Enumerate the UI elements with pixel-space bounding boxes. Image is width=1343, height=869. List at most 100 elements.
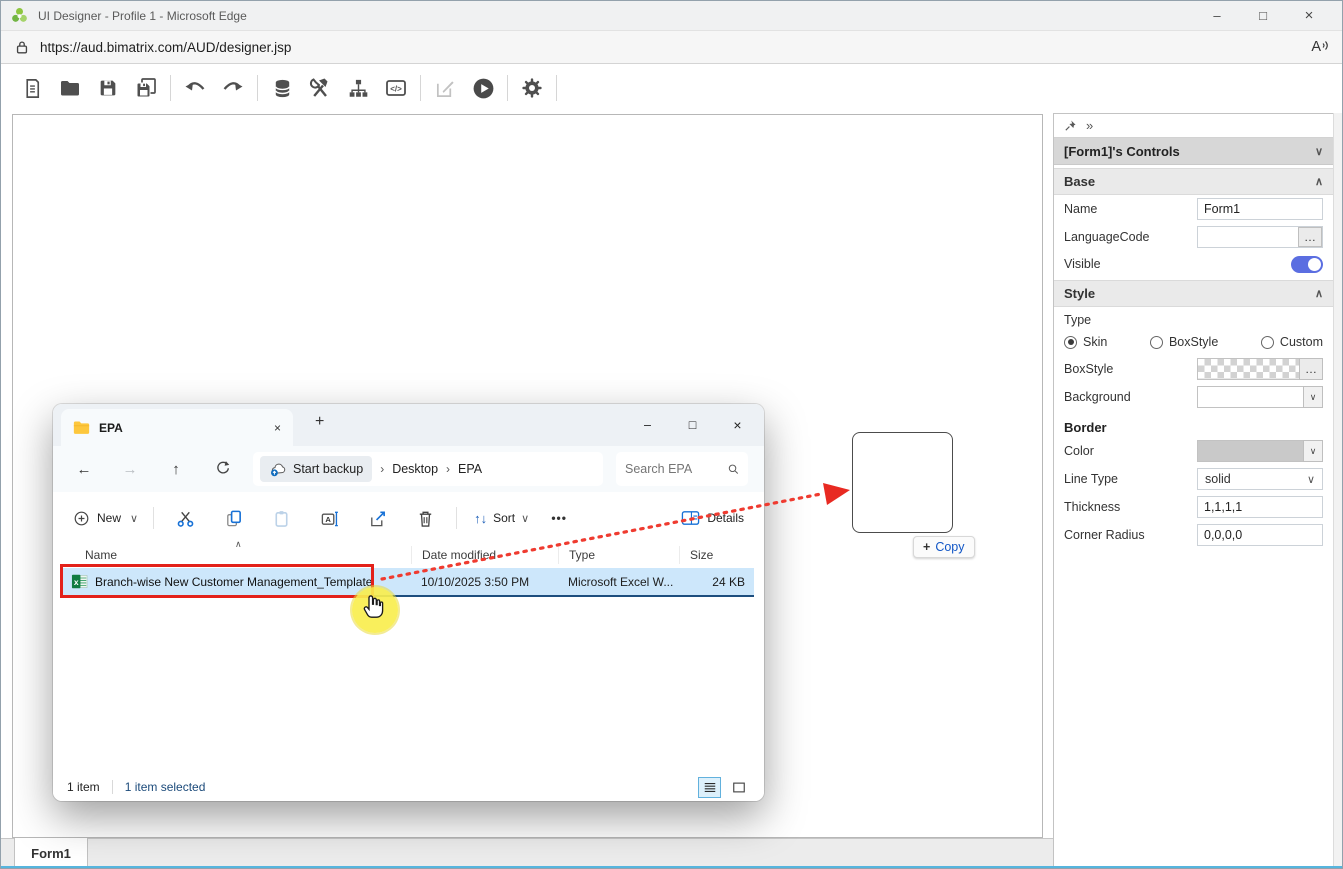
column-type[interactable]: Type bbox=[558, 546, 679, 564]
collapse-panel-icon[interactable]: » bbox=[1086, 118, 1093, 133]
background-swatch[interactable] bbox=[1197, 386, 1304, 408]
code-icon[interactable]: </> bbox=[377, 69, 415, 107]
drop-target-control[interactable] bbox=[852, 432, 953, 533]
explorer-tab-epa[interactable]: EPA × bbox=[61, 409, 293, 446]
sort-button[interactable]: ↑↓ Sort ∨ bbox=[464, 511, 539, 526]
delete-icon[interactable] bbox=[401, 509, 449, 528]
window-title: UI Designer - Profile 1 - Microsoft Edge bbox=[38, 9, 247, 23]
edge-window: UI Designer - Profile 1 - Microsoft Edge… bbox=[0, 0, 1343, 869]
copy-icon[interactable] bbox=[209, 509, 257, 528]
new-file-icon[interactable] bbox=[13, 69, 51, 107]
chevron-down-icon: ∨ bbox=[130, 512, 138, 525]
new-tab-icon[interactable]: + bbox=[315, 413, 324, 431]
tab-close-icon[interactable]: × bbox=[274, 421, 281, 435]
breadcrumb-desktop[interactable]: Desktop bbox=[392, 462, 438, 476]
panel-title: [Form1]'s Controls bbox=[1064, 144, 1180, 159]
name-field[interactable] bbox=[1197, 198, 1323, 220]
sitemap-icon[interactable] bbox=[339, 69, 377, 107]
explorer-tab-title: EPA bbox=[99, 421, 123, 435]
border-color-dropdown-icon[interactable]: ∨ bbox=[1303, 440, 1323, 462]
minimize-icon[interactable]: – bbox=[625, 405, 670, 445]
prop-row-type: Type bbox=[1054, 307, 1333, 329]
hand-cursor-icon bbox=[361, 593, 388, 625]
column-name[interactable]: ∧ Name bbox=[63, 548, 411, 562]
item-count: 1 item bbox=[67, 780, 100, 794]
redo-icon[interactable] bbox=[214, 69, 252, 107]
border-group-label: Border bbox=[1054, 411, 1333, 437]
file-date: 10/10/2025 3:50 PM bbox=[411, 575, 558, 589]
window-controls: – □ × bbox=[1194, 1, 1332, 30]
maximize-icon[interactable]: □ bbox=[670, 405, 715, 445]
radio-boxstyle[interactable]: BoxStyle bbox=[1150, 335, 1218, 349]
pin-icon[interactable] bbox=[1064, 119, 1077, 132]
column-size[interactable]: Size bbox=[679, 546, 754, 564]
edit-icon[interactable] bbox=[426, 69, 464, 107]
run-icon[interactable] bbox=[464, 69, 502, 107]
up-icon[interactable]: ↑ bbox=[161, 461, 191, 478]
boxstyle-browse-button[interactable]: … bbox=[1299, 358, 1323, 380]
read-aloud-icon[interactable]: A bbox=[1311, 39, 1329, 55]
paste-icon[interactable] bbox=[257, 509, 305, 528]
chevron-down-icon: ∨ bbox=[1307, 473, 1315, 486]
more-options-icon[interactable]: ••• bbox=[539, 511, 579, 525]
panel-title-bar[interactable]: [Form1]'s Controls ∨ bbox=[1054, 138, 1333, 165]
selected-count: 1 item selected bbox=[125, 780, 206, 794]
visible-toggle[interactable] bbox=[1291, 256, 1323, 273]
panel-scrollbar-track[interactable] bbox=[1333, 113, 1343, 869]
languagecode-browse-button[interactable]: … bbox=[1298, 227, 1322, 247]
details-view-icon[interactable] bbox=[698, 777, 721, 798]
radio-custom[interactable]: Custom bbox=[1261, 335, 1323, 349]
save-as-icon[interactable] bbox=[127, 69, 165, 107]
close-icon[interactable]: × bbox=[715, 405, 760, 445]
toolbar-separator bbox=[556, 75, 557, 101]
tools-icon[interactable] bbox=[301, 69, 339, 107]
refresh-icon[interactable] bbox=[207, 460, 237, 479]
section-base-header[interactable]: Base ∧ bbox=[1054, 168, 1333, 195]
close-icon[interactable]: × bbox=[1286, 1, 1332, 30]
prop-row-boxstyle: BoxStyle … bbox=[1054, 355, 1333, 383]
details-button[interactable]: Details bbox=[681, 510, 752, 526]
prop-row-corner-radius: Corner Radius bbox=[1054, 521, 1333, 549]
maximize-icon[interactable]: □ bbox=[1240, 1, 1286, 30]
search-box[interactable] bbox=[616, 452, 748, 486]
linetype-select[interactable]: solid ∨ bbox=[1197, 468, 1323, 490]
prop-row-linetype: Line Type solid ∨ bbox=[1054, 465, 1333, 493]
corner-radius-field[interactable] bbox=[1197, 524, 1323, 546]
settings-gear-icon[interactable] bbox=[513, 69, 551, 107]
share-icon[interactable] bbox=[353, 509, 401, 528]
thumbnail-view-icon[interactable] bbox=[727, 777, 750, 798]
cut-icon[interactable] bbox=[161, 509, 209, 528]
section-style-header[interactable]: Style ∧ bbox=[1054, 280, 1333, 307]
radio-skin[interactable]: Skin bbox=[1064, 335, 1107, 349]
toolbar-separator bbox=[257, 75, 258, 101]
start-backup-chip[interactable]: Start backup bbox=[260, 456, 372, 482]
url-bar[interactable]: https://aud.bimatrix.com/AUD/designer.js… bbox=[1, 31, 1342, 64]
save-icon[interactable] bbox=[89, 69, 127, 107]
breadcrumb-epa[interactable]: EPA bbox=[458, 462, 482, 476]
background-dropdown-icon[interactable]: ∨ bbox=[1303, 386, 1323, 408]
forward-icon[interactable]: → bbox=[115, 461, 145, 478]
prop-row-thickness: Thickness bbox=[1054, 493, 1333, 521]
new-button[interactable]: New ∨ bbox=[65, 503, 146, 533]
minimize-icon[interactable]: – bbox=[1194, 1, 1240, 30]
radio-icon bbox=[1261, 336, 1274, 349]
chevron-right-icon: › bbox=[380, 462, 384, 476]
breadcrumb[interactable]: Start backup › Desktop › EPA bbox=[253, 452, 603, 486]
url-text[interactable]: https://aud.bimatrix.com/AUD/designer.js… bbox=[40, 40, 291, 55]
thickness-field[interactable] bbox=[1197, 496, 1323, 518]
database-icon[interactable] bbox=[263, 69, 301, 107]
back-icon[interactable]: ← bbox=[69, 461, 99, 478]
chevron-up-icon[interactable]: ∧ bbox=[1315, 175, 1323, 188]
chevron-down-icon[interactable]: ∨ bbox=[1315, 145, 1323, 158]
column-date-modified[interactable]: Date modified bbox=[411, 546, 558, 564]
linetype-label: Line Type bbox=[1064, 472, 1197, 486]
chevron-up-icon[interactable]: ∧ bbox=[1315, 287, 1323, 300]
undo-icon[interactable] bbox=[176, 69, 214, 107]
boxstyle-swatch[interactable] bbox=[1197, 358, 1300, 380]
search-input[interactable] bbox=[625, 462, 727, 476]
border-color-swatch[interactable] bbox=[1197, 440, 1304, 462]
open-folder-icon[interactable] bbox=[51, 69, 89, 107]
rename-icon[interactable]: A bbox=[305, 509, 353, 528]
tab-form1[interactable]: Form1 bbox=[14, 838, 88, 869]
thickness-label: Thickness bbox=[1064, 500, 1197, 514]
